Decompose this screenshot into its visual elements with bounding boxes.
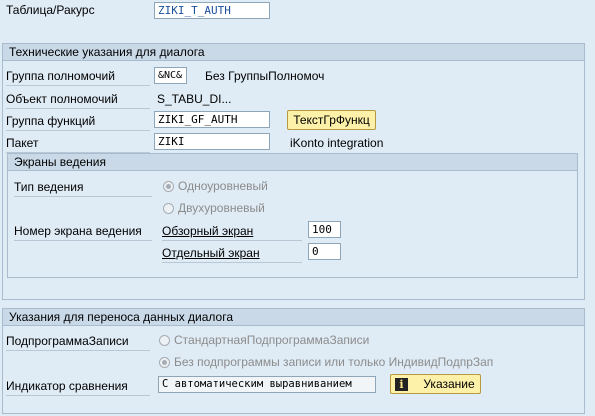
overview-screen-label: Обзорный экран bbox=[162, 222, 302, 241]
one-level-label: Одноуровневый bbox=[178, 179, 268, 193]
no-subprogram-radio[interactable] bbox=[159, 357, 170, 368]
one-level-radio[interactable] bbox=[163, 181, 174, 192]
auth-object-value: S_TABU_DI... bbox=[157, 92, 232, 106]
info-icon: i bbox=[395, 378, 408, 392]
subprogram-label: ПодпрограммаЗаписи bbox=[6, 332, 150, 351]
auth-group-label: Группа полномочий bbox=[6, 67, 150, 86]
func-group-text-button[interactable]: ТекстГрФункц bbox=[287, 110, 376, 130]
hint-button-label: Указание bbox=[423, 377, 475, 391]
single-screen-field[interactable]: 0 bbox=[308, 243, 341, 260]
overview-screen-field[interactable]: 100 bbox=[308, 221, 341, 238]
compare-indicator-field[interactable]: С автоматическим выравниванием bbox=[158, 376, 376, 393]
maintenance-type-label: Тип ведения bbox=[14, 178, 152, 197]
two-level-radio[interactable] bbox=[163, 203, 174, 214]
maintenance-screens-title: Экраны ведения bbox=[8, 154, 577, 171]
standard-subprogram-radio[interactable] bbox=[159, 335, 170, 346]
technical-group-title: Технические указания для диалога bbox=[3, 44, 584, 61]
two-level-label: Двухуровневый bbox=[178, 201, 265, 215]
hint-button[interactable]: i Указание bbox=[390, 374, 481, 394]
compare-indicator-label: Индикатор сравнения bbox=[6, 377, 150, 396]
auth-group-field[interactable]: &NC& bbox=[154, 67, 187, 84]
auth-object-label: Объект полномочий bbox=[6, 90, 150, 109]
transfer-group-title: Указания для переноса данных диалога bbox=[3, 309, 584, 326]
standard-subprogram-label: СтандартнаяПодпрограммаЗаписи bbox=[174, 333, 370, 347]
package-label: Пакет bbox=[6, 134, 150, 153]
no-subprogram-label: Без подпрограммы записи или только Индив… bbox=[174, 355, 494, 369]
table-view-label: Таблица/Ракурс bbox=[6, 3, 95, 17]
func-group-label: Группа функций bbox=[6, 112, 150, 131]
package-text: iKonto integration bbox=[290, 136, 384, 150]
func-group-field[interactable]: ZIKI_GF_AUTH bbox=[154, 111, 270, 128]
package-field[interactable]: ZIKI bbox=[154, 133, 270, 150]
auth-group-text: Без ГруппыПолномоч bbox=[205, 69, 325, 83]
single-screen-label: Отдельный экран bbox=[162, 244, 302, 263]
table-view-field[interactable]: ZIKI_T_AUTH bbox=[154, 2, 270, 19]
screen-number-label: Номер экрана ведения bbox=[14, 222, 152, 241]
